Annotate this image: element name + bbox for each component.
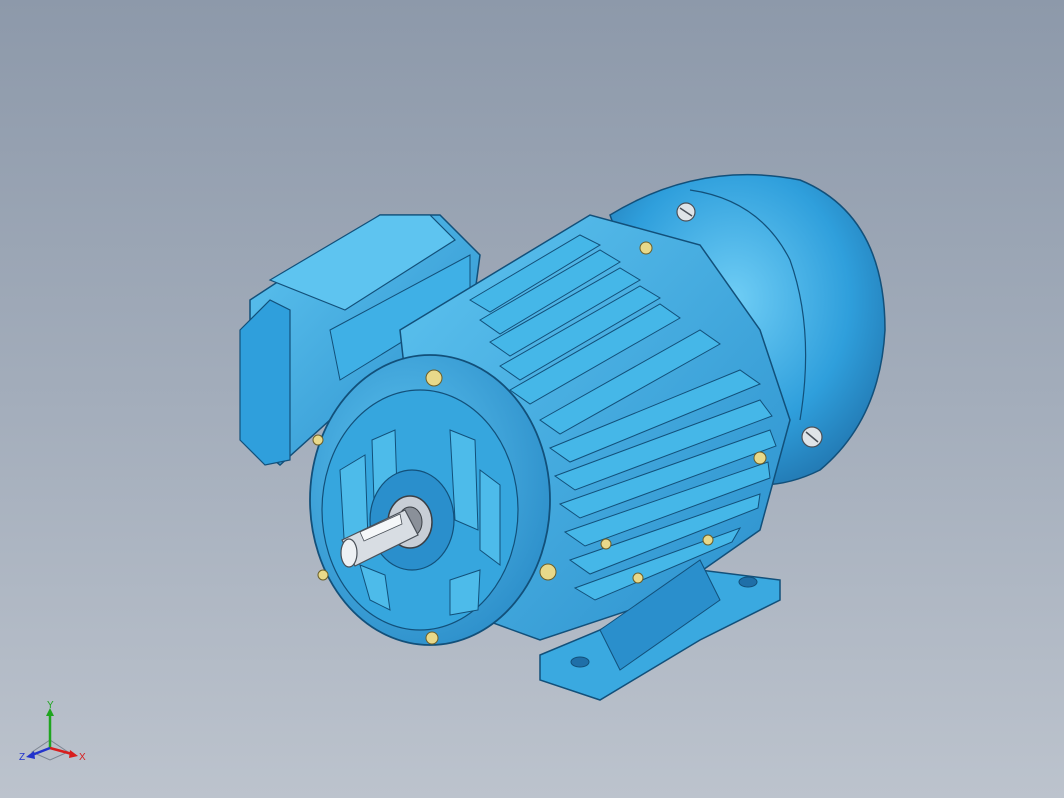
y-axis-label: Y <box>47 700 54 711</box>
z-axis-label: Z <box>19 752 25 763</box>
x-axis-arrow <box>69 750 78 758</box>
front-end-shield <box>309 354 551 646</box>
electric-motor-model[interactable] <box>0 0 1064 798</box>
axis-triad[interactable]: Y X Z <box>18 700 88 770</box>
z-axis-arrow <box>26 751 35 759</box>
x-axis-label: X <box>79 752 86 763</box>
3d-viewport[interactable]: Y X Z <box>0 0 1064 798</box>
